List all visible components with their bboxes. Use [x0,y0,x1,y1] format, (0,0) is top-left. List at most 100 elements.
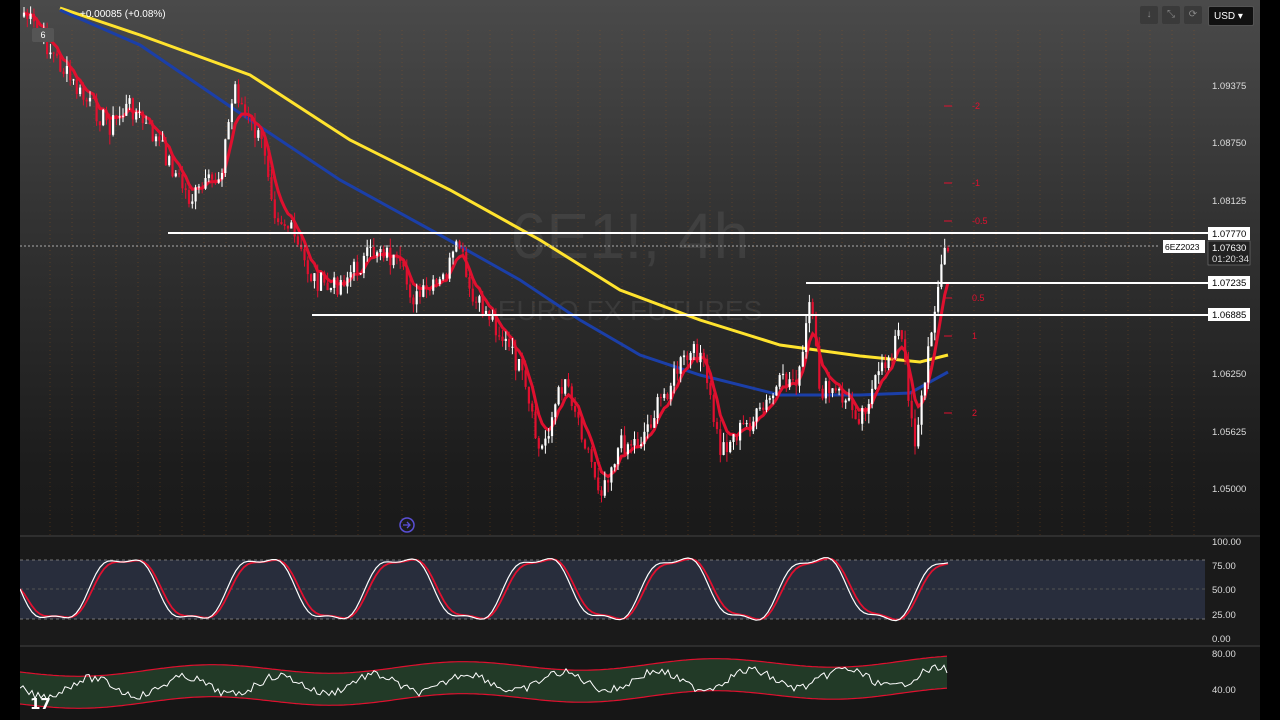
candle-body [372,246,375,256]
candle-body [184,188,187,190]
candle-body [102,109,105,126]
candle-body [471,288,474,302]
candle-body [399,255,402,262]
candle-body [795,379,798,386]
stoch-axis-label: 25.00 [1212,610,1236,621]
candle-body [745,423,748,425]
candle-body [884,362,887,369]
candle-body [194,187,197,202]
candle-body [224,139,227,174]
candle-body [659,397,662,399]
candle-body [676,368,679,374]
download-icon[interactable]: ↓ [1140,6,1158,24]
candle-body [402,261,405,267]
candle-body [692,344,695,353]
current-price-tag: 1.07630 [1212,243,1246,254]
candle-body [494,316,497,336]
candle-body [448,257,451,279]
candle-body [907,359,910,401]
candle-body [204,178,207,189]
fast-ma-line [23,11,950,479]
candle-body [917,424,920,447]
candle-body [253,120,257,138]
candle-body [709,383,712,396]
candle-body [894,335,897,359]
candle-body [772,395,775,399]
collapse-badge[interactable]: 6 [32,28,54,42]
candle-body [821,388,824,399]
candle-body [286,226,290,229]
candle-body [201,186,204,189]
candle-body [230,103,233,123]
candle-body [719,429,722,455]
refresh-icon[interactable]: ⟳ [1184,6,1202,24]
candle-body [801,351,804,367]
candle-body [158,136,161,141]
candle-body [379,249,382,253]
candle-body [722,442,725,455]
scroll-to-realtime-icon[interactable] [399,517,415,533]
candle-body [164,140,167,166]
candle-body [339,280,342,295]
candle-body [455,241,458,252]
currency-select[interactable]: USD ▾ [1208,6,1254,26]
candle-body [874,375,877,389]
candle-body [217,179,220,183]
tradingview-logo[interactable]: 17 [30,695,51,713]
candle-body [435,279,438,284]
candle-body [570,386,573,407]
candle-body [211,174,214,180]
candle-body [296,236,299,245]
candle-body [181,174,184,189]
chart-canvas[interactable]: 6E1!, 4h EURO FX FUTURES -2 -1 -0.5 0.5 … [20,0,1260,720]
candle-body [29,13,32,19]
candle-body [478,296,481,303]
candle-body [831,388,834,394]
fullscreen-icon[interactable]: ⤡ [1162,6,1180,24]
candle-body [191,201,194,204]
candle-body [702,352,705,359]
candle-body [79,87,82,94]
price-change: +0.00085 (+0.08%) [80,9,166,20]
candle-body [501,336,504,341]
candle-body [98,121,101,126]
candle-body [653,418,656,428]
candle-body [537,438,540,449]
candle-body [600,490,603,496]
candle-body [564,379,567,394]
watermark-name: EURO FX FUTURES [498,295,762,326]
candle-body [880,362,884,372]
candle-body [445,274,448,279]
candle-body [818,345,821,389]
candle-body [834,388,837,391]
rsi-axis-label: 40.00 [1212,685,1236,696]
candle-body [369,246,372,248]
candle-body [613,464,616,468]
fib-label: 1 [972,331,977,341]
candle-body [937,286,940,312]
candle-body [811,302,814,315]
candle-body [168,156,171,166]
symbol-tag: 6EZ2023 [1165,242,1200,252]
candle-body [844,400,847,403]
candle-body [135,112,138,120]
candle-body [755,408,758,422]
candle-body [349,272,352,278]
candle-body [187,189,191,204]
candle-body [762,407,765,410]
candle-body [798,366,801,386]
candle-body [49,52,52,55]
candle-body [451,251,455,258]
candle-body [946,247,950,252]
candle-body [521,358,524,371]
candle-body [607,480,610,483]
candle-body [323,272,326,283]
candle-body [752,421,755,432]
candle-body [171,156,174,177]
candle-body [828,381,831,394]
candle-body [72,79,75,81]
candle-body [277,218,280,223]
candle-body [32,13,35,22]
candle-body [88,97,92,102]
candle-body [943,247,946,265]
